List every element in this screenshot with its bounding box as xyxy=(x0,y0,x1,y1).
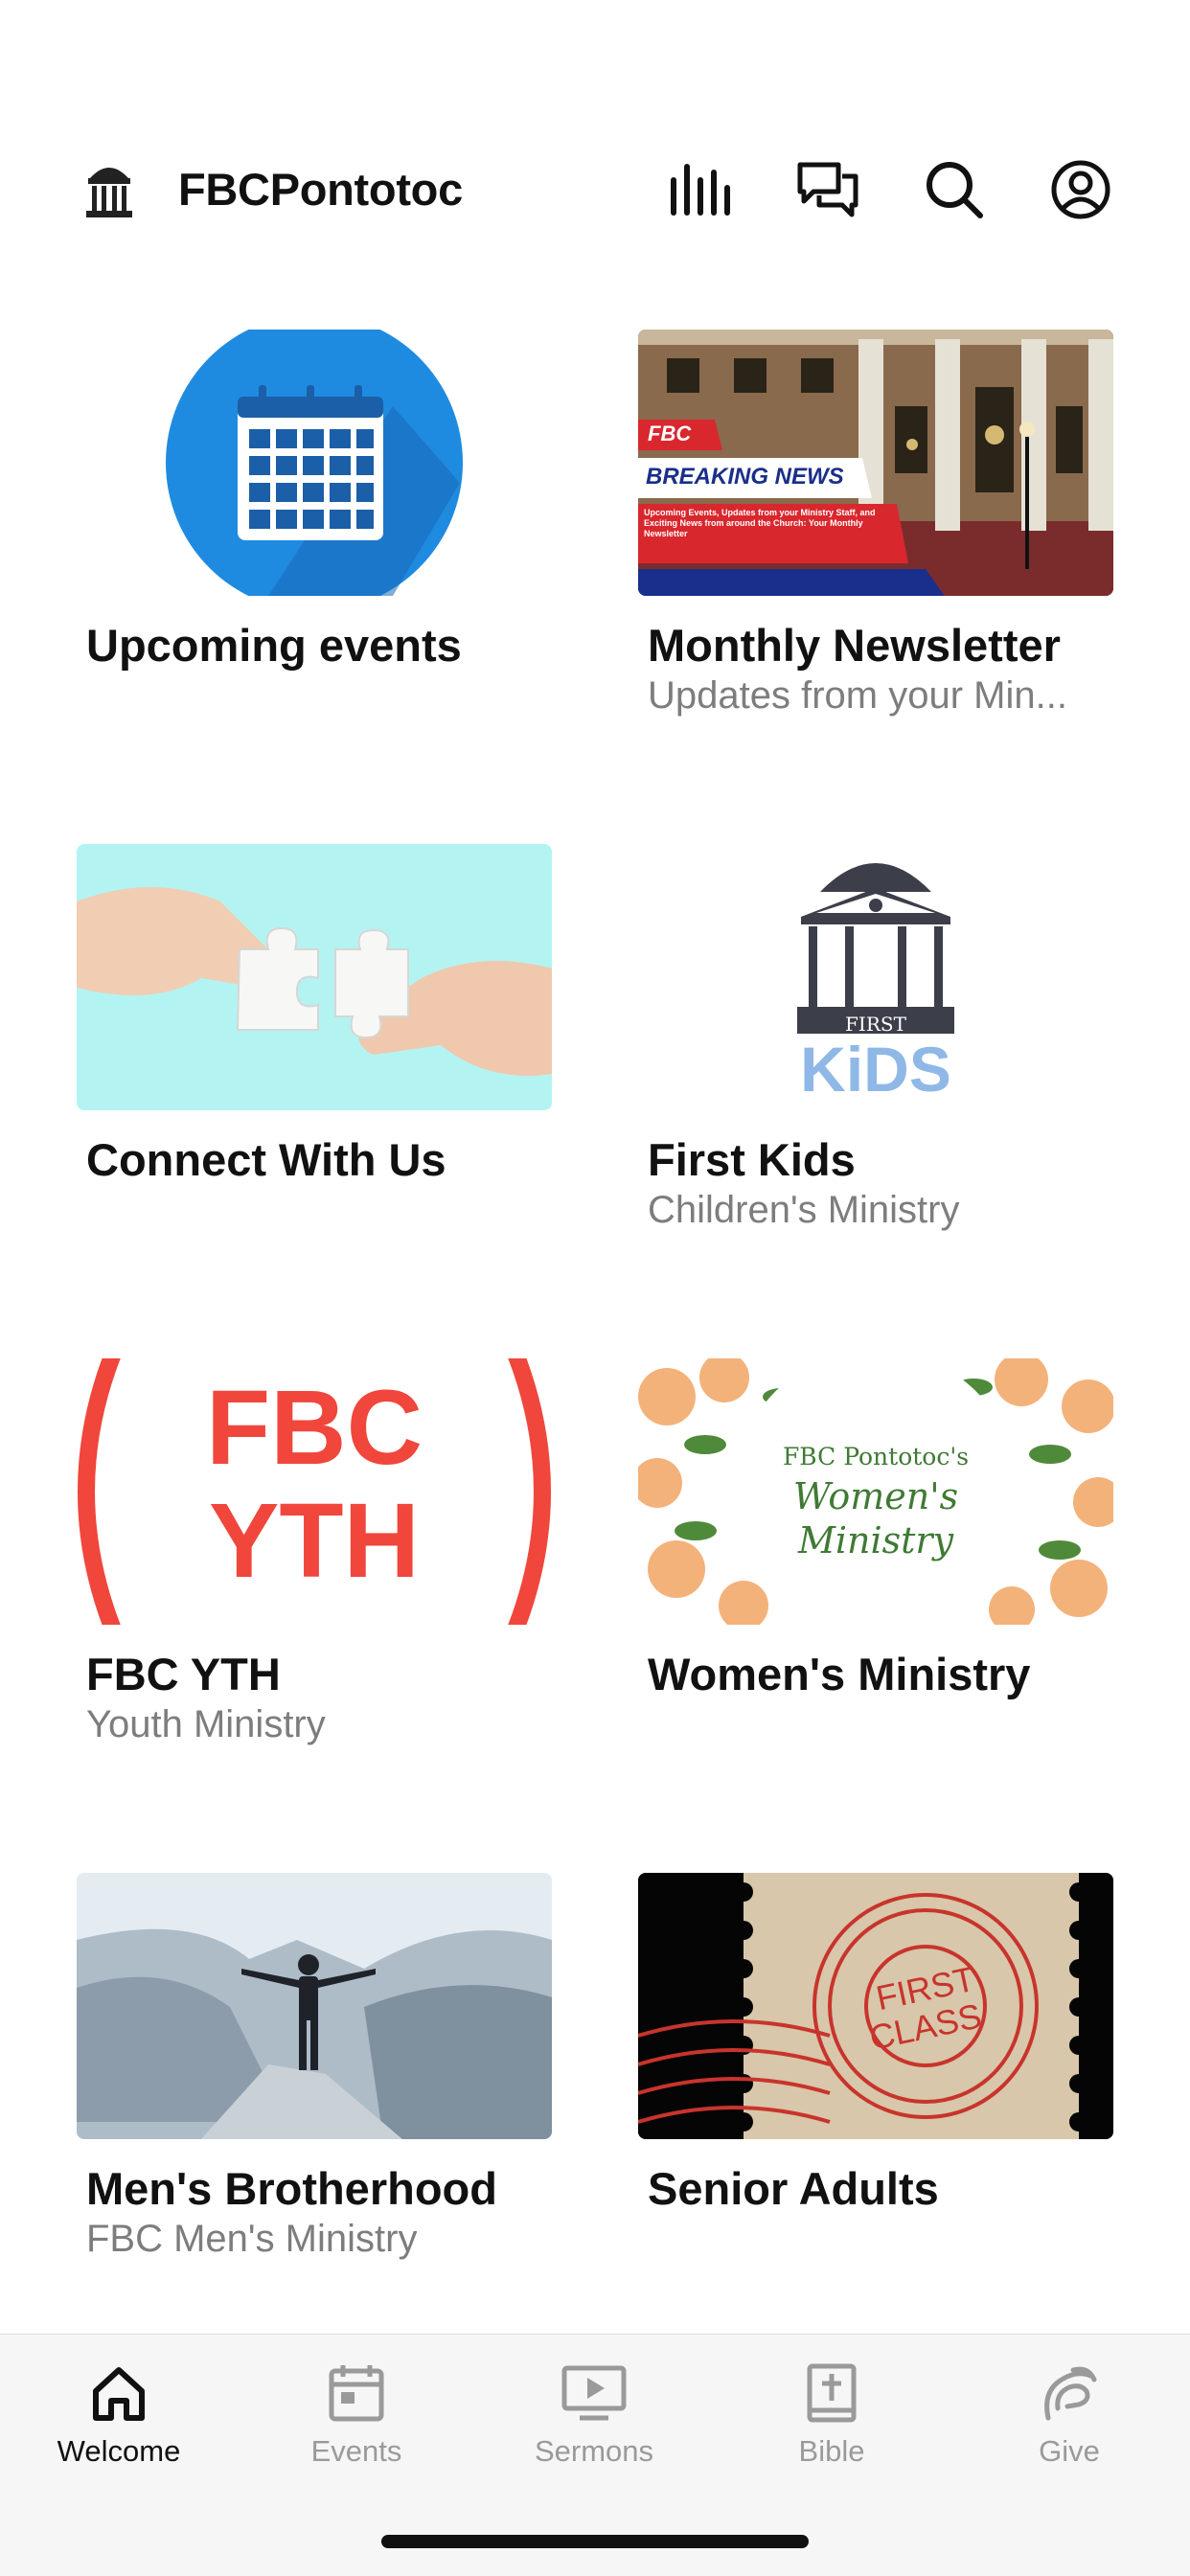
card-title: First Kids xyxy=(648,1134,856,1185)
card-subtitle: Updates from your Min... xyxy=(648,674,1067,717)
calendar-icon xyxy=(77,330,552,596)
card-fbc-yth[interactable]: FBC YTH FBC YTH Youth Ministry xyxy=(77,1358,552,1761)
tab-label: Welcome xyxy=(57,2434,181,2468)
profile-icon[interactable] xyxy=(1044,153,1117,226)
calendar-icon xyxy=(323,2359,390,2427)
card-title: Women's Ministry xyxy=(648,1649,1031,1699)
newsletter-tag: FBC xyxy=(648,422,692,445)
mountain-man-image xyxy=(77,1873,552,2139)
tab-sermons[interactable]: Sermons xyxy=(475,2335,713,2497)
card-monthly-newsletter[interactable]: FBC BREAKING NEWS Upcoming Events, Updat… xyxy=(638,330,1113,732)
app-title: FBCPontotoc xyxy=(178,164,463,215)
card-title: Senior Adults xyxy=(648,2163,939,2214)
womens-ministry-floral: FBC Pontotoc's Women's Ministry xyxy=(638,1358,1113,1625)
bible-icon xyxy=(798,2359,865,2427)
audio-bars-icon[interactable] xyxy=(665,153,738,226)
card-subtitle: Youth Ministry xyxy=(86,1703,326,1745)
chat-bubbles-icon[interactable] xyxy=(791,153,864,226)
tab-label: Give xyxy=(1039,2434,1100,2468)
tab-welcome[interactable]: Welcome xyxy=(0,2335,238,2497)
puzzle-hands-image xyxy=(77,844,552,1110)
home-icon xyxy=(85,2359,152,2427)
fbc-yth-logo: FBC YTH xyxy=(77,1358,552,1625)
newsletter-headline: BREAKING NEWS xyxy=(646,464,844,490)
card-title: Men's Brotherhood xyxy=(86,2163,497,2214)
breaking-news-image: FBC BREAKING NEWS Upcoming Events, Updat… xyxy=(638,330,1113,596)
card-senior-adults[interactable]: FIRST CLASS Senior Adults xyxy=(638,1873,1113,2256)
card-upcoming-events[interactable]: Upcoming events xyxy=(77,330,552,713)
first-kids-bottom-text: KiDS xyxy=(800,1034,951,1105)
card-womens-ministry[interactable]: FBC Pontotoc's Women's Ministry Women's … xyxy=(638,1358,1113,1742)
card-mens-brotherhood[interactable]: Men's Brotherhood FBC Men's Ministry xyxy=(77,1873,552,2275)
yth-logo-line1: FBC xyxy=(205,1369,423,1487)
tab-bible[interactable]: Bible xyxy=(713,2335,950,2497)
womens-logo-line2: Women's xyxy=(792,1475,959,1517)
yth-logo-line2: YTH xyxy=(209,1482,420,1600)
play-screen-icon xyxy=(561,2359,628,2427)
card-first-kids[interactable]: FIRST KiDS First Kids Children's Ministr… xyxy=(638,844,1113,1246)
tab-events[interactable]: Events xyxy=(238,2335,475,2497)
card-subtitle: FBC Men's Ministry xyxy=(86,2218,418,2260)
search-icon[interactable] xyxy=(918,153,991,226)
first-class-stamp: FIRST CLASS xyxy=(638,1873,1113,2139)
newsletter-banner-text: Upcoming Events, Updates from your Minis… xyxy=(644,508,876,538)
app-header: FBCPontotoc xyxy=(0,153,1190,226)
give-icon xyxy=(1036,2359,1103,2427)
card-title: Monthly Newsletter xyxy=(648,620,1061,671)
card-title: Connect With Us xyxy=(86,1134,446,1185)
tab-label: Bible xyxy=(798,2434,865,2468)
card-connect-with-us[interactable]: Connect With Us xyxy=(77,844,552,1227)
card-title: FBC YTH xyxy=(86,1649,281,1699)
card-subtitle: Children's Ministry xyxy=(648,1189,960,1231)
home-indicator[interactable] xyxy=(381,2535,809,2548)
first-kids-top-text: FIRST xyxy=(845,1013,906,1036)
womens-logo-line1: FBC Pontotoc's xyxy=(782,1443,970,1470)
tab-label: Sermons xyxy=(534,2434,654,2468)
tab-label: Events xyxy=(310,2434,402,2468)
church-logo-icon[interactable] xyxy=(82,157,136,222)
card-title: Upcoming events xyxy=(86,620,462,671)
tab-give[interactable]: Give xyxy=(950,2335,1188,2497)
first-kids-logo: FIRST KiDS xyxy=(638,844,1113,1110)
womens-logo-line3: Ministry xyxy=(797,1519,954,1562)
